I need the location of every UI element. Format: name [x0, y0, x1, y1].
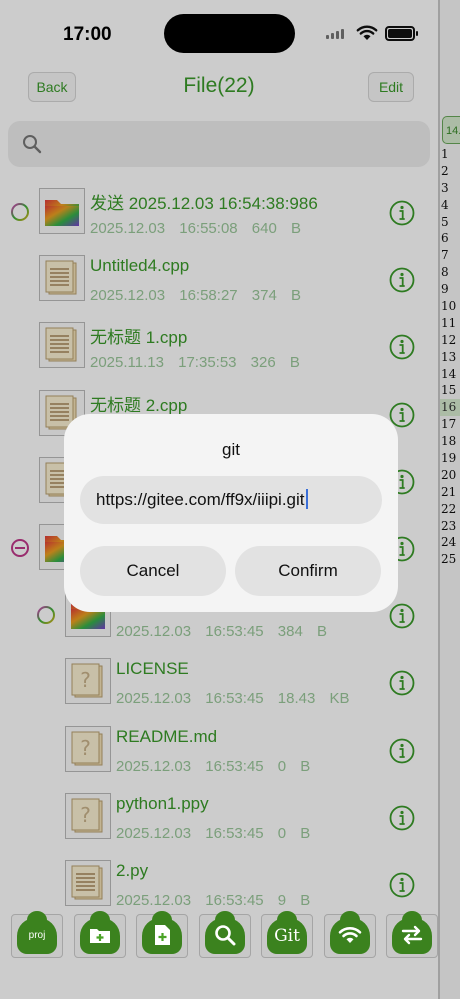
git-clone-dialog: git https://gitee.com/ff9x/iiipi.git Can…	[64, 414, 398, 612]
toolbar-label: proj	[28, 930, 46, 941]
toolbar-label: Git	[274, 925, 300, 946]
git-url-value: https://gitee.com/ff9x/iiipi.git	[96, 490, 305, 509]
cancel-button[interactable]: Cancel	[80, 546, 226, 596]
dialog-title: git	[222, 440, 240, 459]
text-caret	[305, 489, 308, 509]
git-url-input[interactable]: https://gitee.com/ff9x/iiipi.git	[80, 476, 382, 524]
confirm-button[interactable]: Confirm	[235, 546, 381, 596]
